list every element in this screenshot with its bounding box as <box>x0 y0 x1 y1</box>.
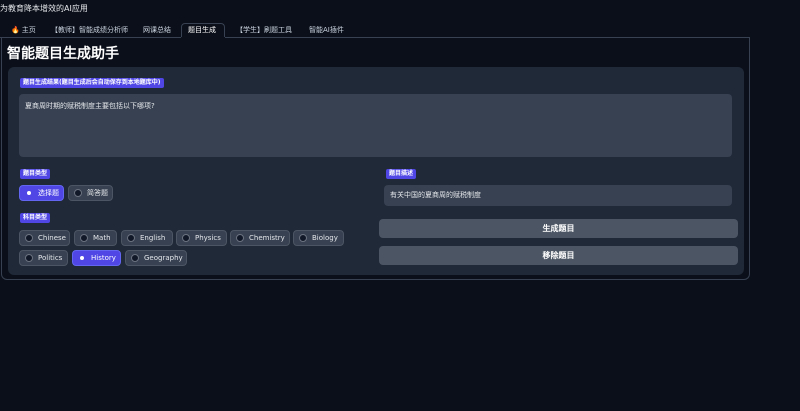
tab-ai-plugin[interactable]: 智能AI插件 <box>303 23 350 37</box>
app-title: 为教育降本增效的AI应用 <box>0 4 88 13</box>
description-label: 题目描述 <box>386 169 417 179</box>
radio-label: Biology <box>312 234 338 242</box>
radio-subject-physics[interactable]: Physics <box>176 230 227 246</box>
radio-subject-geography[interactable]: Geography <box>125 250 187 266</box>
radio-subject-history[interactable]: History <box>72 250 121 266</box>
description-input[interactable]: 有关中国的夏商周的赋税制度 <box>384 185 732 206</box>
tab-course-summary[interactable]: 网课总结 <box>137 23 177 37</box>
tab-student-practice[interactable]: 【学生】刷题工具 <box>230 23 298 37</box>
radio-dot-icon <box>78 254 86 262</box>
tab-question-generation[interactable]: 题目生成 <box>181 23 225 37</box>
radio-dot-icon <box>182 234 190 242</box>
radio-dot-icon <box>74 189 82 197</box>
radio-label: Politics <box>38 254 63 262</box>
radio-choice-question[interactable]: 选择题 <box>19 185 64 201</box>
radio-label: Chemistry <box>249 234 285 242</box>
radio-subject-english[interactable]: English <box>121 230 173 246</box>
result-textarea[interactable]: 夏商周时期的赋税制度主要包括以下哪项? <box>19 94 732 157</box>
radio-short-answer[interactable]: 简答题 <box>68 185 113 201</box>
radio-dot-icon <box>25 189 33 197</box>
question-type-label: 题目类型 <box>20 169 51 179</box>
radio-subject-biology[interactable]: Biology <box>293 230 344 246</box>
radio-dot-icon <box>299 234 307 242</box>
radio-dot-icon <box>25 254 33 262</box>
remove-button[interactable]: 移除题目 <box>379 246 738 265</box>
radio-dot-icon <box>25 234 33 242</box>
radio-subject-politics[interactable]: Politics <box>19 250 68 266</box>
radio-label: 选择题 <box>38 189 59 197</box>
radio-subject-chinese[interactable]: Chinese <box>19 230 70 246</box>
radio-label: Physics <box>195 234 221 242</box>
radio-label: 简答题 <box>87 189 108 197</box>
radio-label: Chinese <box>38 234 66 242</box>
result-label: 题目生成结果(题目生成后会自动保存到本地题库中) <box>20 78 164 88</box>
tab-teacher-analyzer[interactable]: 【教师】智能成绩分析师 <box>45 23 134 37</box>
subject-label: 科目类型 <box>20 213 51 223</box>
radio-dot-icon <box>131 254 139 262</box>
radio-dot-icon <box>80 234 88 242</box>
radio-label: History <box>91 254 116 262</box>
radio-label: English <box>140 234 166 242</box>
radio-label: Math <box>93 234 111 242</box>
tab-home[interactable]: 🔥 主页 <box>5 23 42 37</box>
fire-icon: 🔥 <box>11 26 20 34</box>
tab-bar: 🔥 主页 【教师】智能成绩分析师 网课总结 题目生成 【学生】刷题工具 智能AI插… <box>0 23 750 37</box>
tab-home-label: 主页 <box>21 26 36 34</box>
radio-label: Geography <box>144 254 183 262</box>
radio-subject-math[interactable]: Math <box>74 230 117 246</box>
radio-dot-icon <box>127 234 135 242</box>
page-title: 智能题目生成助手 <box>7 46 119 62</box>
radio-subject-chemistry[interactable]: Chemistry <box>230 230 290 246</box>
radio-dot-icon <box>236 234 244 242</box>
generate-button[interactable]: 生成题目 <box>379 219 738 238</box>
